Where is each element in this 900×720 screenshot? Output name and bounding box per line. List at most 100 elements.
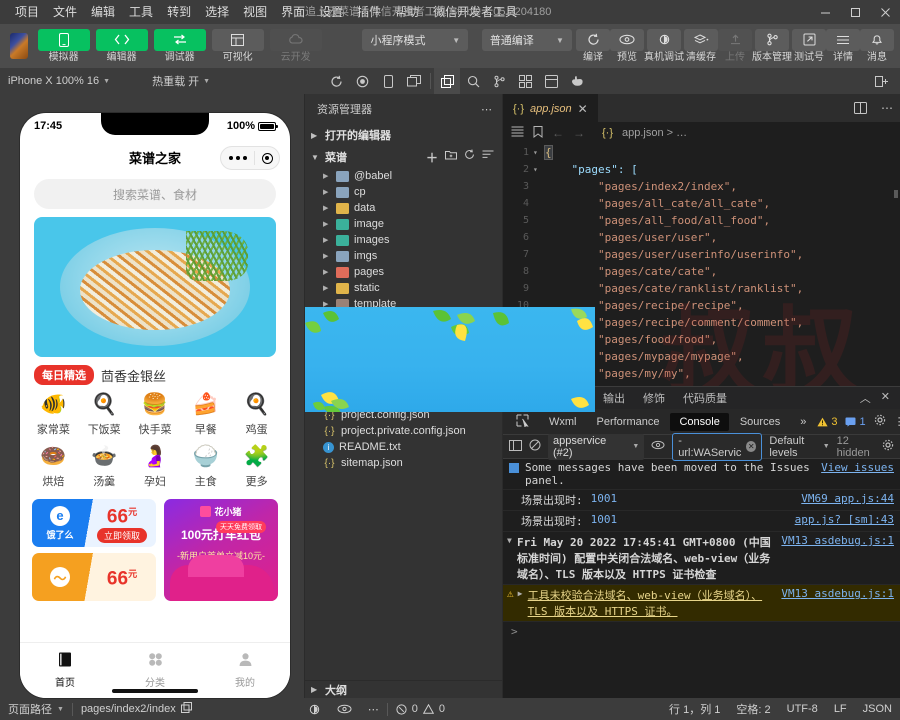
- status-eye-button[interactable]: [329, 698, 360, 720]
- project-section[interactable]: ▼ 菜谱 ＋: [305, 146, 502, 168]
- gear-icon[interactable]: [874, 414, 886, 429]
- no-entry-icon[interactable]: [529, 439, 541, 454]
- chevron-right-icon[interactable]: ▶: [518, 587, 528, 598]
- clear-circle-icon[interactable]: ✕: [746, 441, 756, 452]
- refresh-icon[interactable]: [464, 149, 475, 166]
- indentation[interactable]: 空格: 2: [728, 698, 778, 720]
- console-prompt[interactable]: >: [503, 622, 900, 641]
- maximize-icon[interactable]: [840, 0, 870, 24]
- list-icon[interactable]: [511, 126, 524, 140]
- menu-item-view[interactable]: 视图: [236, 0, 274, 24]
- toggle-debugger-button[interactable]: 调试器: [154, 29, 206, 64]
- capsule-buttons[interactable]: [220, 146, 280, 170]
- close-icon[interactable]: ✕: [578, 102, 588, 116]
- tree-folder-data[interactable]: ▶data: [305, 200, 502, 216]
- problems-indicator[interactable]: 0 0: [388, 698, 453, 720]
- ellipsis-icon[interactable]: ⋯: [874, 94, 900, 122]
- new-folder-icon[interactable]: [445, 149, 457, 166]
- clear-cache-button[interactable]: 清缓存: [684, 29, 718, 64]
- console-log[interactable]: Some messages have been moved to the Iss…: [503, 459, 900, 698]
- tab-performance[interactable]: Performance: [588, 413, 669, 431]
- tab-decorate[interactable]: 修饰: [643, 390, 665, 406]
- hand-icon[interactable]: [564, 68, 590, 94]
- language-mode[interactable]: JSON: [855, 698, 900, 720]
- upload-button[interactable]: 上传: [718, 29, 752, 64]
- tab-code-quality[interactable]: 代码质量: [683, 390, 727, 406]
- menu-item-edit[interactable]: 编辑: [84, 0, 122, 24]
- menu-item-goto[interactable]: 转到: [160, 0, 198, 24]
- menu-item-tools[interactable]: 工具: [122, 0, 160, 24]
- breadcrumb-path[interactable]: app.json > …: [622, 127, 687, 139]
- tab-output[interactable]: 输出: [603, 390, 625, 406]
- mode-select[interactable]: 小程序模式 ▼: [362, 29, 468, 51]
- source-link[interactable]: VM69 app.js:44: [791, 492, 894, 505]
- kebab-icon[interactable]: ⋮: [894, 415, 900, 428]
- tab-mine[interactable]: 我的: [200, 643, 290, 698]
- search-icon[interactable]: [460, 68, 486, 94]
- copy-icon[interactable]: [434, 68, 460, 94]
- status-more-button[interactable]: ⋯: [360, 698, 387, 720]
- tab-wxml[interactable]: Wxml: [540, 413, 586, 431]
- console-levels-select[interactable]: Default levels ▼: [769, 435, 829, 459]
- version-manage-button[interactable]: 版本管理: [752, 29, 792, 64]
- device-select[interactable]: iPhone X 100% 16 ▼: [0, 68, 118, 94]
- bookmark-icon[interactable]: [533, 126, 543, 141]
- category-item-rice[interactable]: 🍳下饭菜: [79, 393, 130, 437]
- tree-file-readme[interactable]: iREADME.txt: [305, 439, 502, 455]
- menu-item-project[interactable]: 项目: [8, 0, 46, 24]
- test-account-button[interactable]: 测试号: [792, 29, 826, 64]
- tree-folder-images[interactable]: ▶images: [305, 232, 502, 248]
- category-item-breakfast[interactable]: 🍰早餐: [180, 393, 231, 437]
- window-icon[interactable]: [401, 68, 427, 94]
- toggle-cloud-button[interactable]: 云开发: [270, 29, 322, 64]
- collapse-icon[interactable]: [482, 149, 494, 166]
- ellipsis-icon[interactable]: ⋯: [481, 103, 492, 116]
- category-item-soup[interactable]: 🍲汤羹: [79, 445, 130, 489]
- category-item-pregnancy[interactable]: 🤰孕妇: [130, 445, 181, 489]
- open-editors-section[interactable]: ▶ 打开的编辑器: [305, 124, 502, 146]
- tab-home[interactable]: 首页: [20, 643, 110, 698]
- cursor-position[interactable]: 行 1，列 1: [661, 698, 728, 720]
- real-device-debug-button[interactable]: 真机调试: [644, 29, 684, 64]
- forward-arrow-icon[interactable]: →: [573, 126, 585, 140]
- more-dots-icon[interactable]: [221, 156, 254, 160]
- claim-button[interactable]: 立即领取: [97, 528, 147, 543]
- add-panel-icon[interactable]: [868, 68, 894, 94]
- ad-huaxiaozhu[interactable]: 花小猪 100元打车红包 天天免费领取 -新用户首单立减10元-: [164, 499, 278, 601]
- gear-icon[interactable]: [882, 439, 894, 454]
- tree-file-project-private-config[interactable]: {·}project.private.config.json: [305, 423, 502, 439]
- info-badge[interactable]: 1: [845, 416, 865, 428]
- eye-icon[interactable]: [651, 440, 665, 453]
- category-item-quick[interactable]: 🍔快手菜: [130, 393, 181, 437]
- menu-item-select[interactable]: 选择: [198, 0, 236, 24]
- tree-folder-cp[interactable]: ▶cp: [305, 184, 502, 200]
- warning-badge[interactable]: 3: [817, 416, 837, 428]
- console-filter-input[interactable]: -url:WAServic ✕: [672, 433, 762, 461]
- branch-icon[interactable]: [486, 68, 512, 94]
- category-item-baking[interactable]: 🍩烘焙: [28, 445, 79, 489]
- messages-button[interactable]: 消息: [860, 29, 894, 64]
- source-link[interactable]: VM13 asdebug.js:1: [771, 534, 894, 547]
- status-debug-button[interactable]: [300, 698, 329, 720]
- chevron-up-icon[interactable]: ︿: [860, 390, 871, 406]
- panel-icon[interactable]: [538, 68, 564, 94]
- hero-dish-image[interactable]: [34, 217, 276, 357]
- copy-icon[interactable]: [181, 702, 192, 716]
- split-editor-icon[interactable]: [847, 94, 874, 122]
- category-item-more[interactable]: 🧩更多: [231, 445, 282, 489]
- toggle-simulator-button[interactable]: 模拟器: [38, 29, 90, 64]
- tab-console[interactable]: Console: [670, 413, 728, 431]
- menu-item-file[interactable]: 文件: [46, 0, 84, 24]
- tree-folder-image[interactable]: ▶image: [305, 216, 502, 232]
- compile-button[interactable]: 编译: [576, 29, 610, 64]
- tree-folder-imgs[interactable]: ▶imgs: [305, 248, 502, 264]
- category-item-staple[interactable]: 🍚主食: [180, 445, 231, 489]
- source-link[interactable]: app.js? [sm]:43: [785, 513, 894, 526]
- hot-reload-select[interactable]: 热重载 开 ▼: [144, 68, 218, 94]
- new-file-icon[interactable]: ＋: [426, 149, 438, 166]
- preview-button[interactable]: 预览: [610, 29, 644, 64]
- view-issues-link[interactable]: View issues: [811, 461, 894, 474]
- ad-meituan[interactable]: 〜 66元: [32, 553, 156, 601]
- sidebar-icon[interactable]: [509, 440, 522, 454]
- minimize-icon[interactable]: [810, 0, 840, 24]
